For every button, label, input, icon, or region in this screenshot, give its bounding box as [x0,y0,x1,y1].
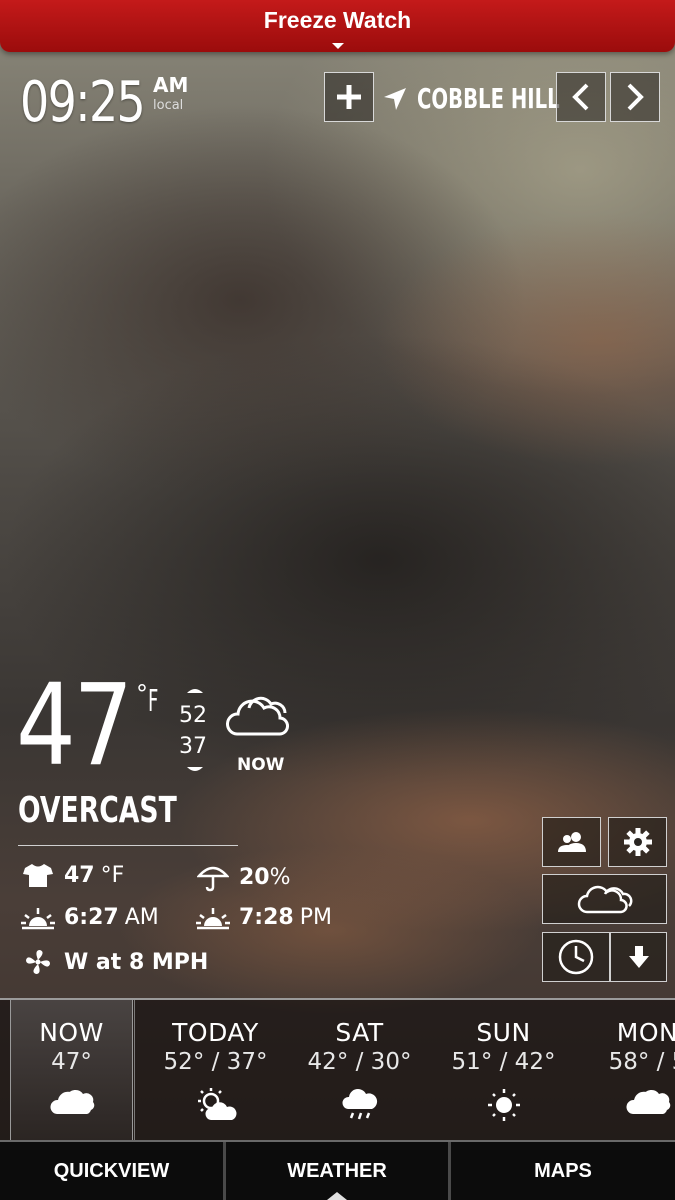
forecast-day-sat[interactable]: SAT 42° / 30° [298,1000,421,1140]
forecast-day-label: SAT [335,1018,384,1047]
forecast-temps: 47° [51,1049,92,1075]
sunrise-stat: 6:27 AM [20,905,159,930]
arrow-down-icon [628,946,649,968]
clock-icon [558,939,594,975]
chevron-left-icon [572,83,589,111]
history-button[interactable] [542,932,610,982]
forecast-day-now[interactable]: NOW 47° [10,1000,133,1140]
clouds-icon [577,885,632,914]
precipitation-unit: % [269,864,291,890]
cloudy-icon [625,1089,670,1114]
forecast-day-today[interactable]: TODAY 52° / 37° [154,1000,277,1140]
current-temperature[interactable]: 47 [16,670,133,782]
weather-layer-button[interactable] [542,874,667,924]
forecast-temps: 58° / 5 [608,1049,675,1075]
location-name[interactable]: COBBLE HILL [417,82,560,115]
plus-icon [337,85,361,109]
precipitation-stat: 20 % [195,862,291,892]
condition-text: OVERCAST [18,790,177,831]
settings-button[interactable] [608,817,667,867]
forecast-day-label: SUN [476,1018,531,1047]
sunset-stat: 7:28 PM [195,905,332,930]
feels-like-unit: °F [100,862,125,888]
now-label: NOW [237,755,285,775]
bottom-tab-bar: QUICKVIEW WEATHER MAPS [0,1140,675,1200]
high-arrow-icon [187,689,203,693]
freeze-watch-alert-banner[interactable]: Freeze Watch [0,0,675,52]
temperature-unit[interactable]: F [148,684,158,719]
forecast-day-mon[interactable]: MON 58° / 5 [586,1000,675,1140]
forecast-temps: 51° / 42° [451,1049,556,1075]
precipitation-value: 20 [239,864,270,890]
expand-caret-icon [332,43,344,49]
feels-like-value: 47 [64,862,95,888]
download-button[interactable] [610,932,667,982]
chevron-right-icon [627,83,644,111]
sunset-time: 7:28 [239,905,294,930]
next-location-button[interactable] [610,72,660,122]
forecast-temps: 52° / 37° [163,1049,268,1075]
sunny-icon [487,1089,520,1121]
wind-stat: W at 8 MPH [20,948,208,976]
rain-icon [341,1089,377,1120]
sunset-ampm: PM [299,905,332,930]
alert-title: Freeze Watch [263,7,412,33]
wind-text: W at 8 MPH [64,949,209,975]
previous-location-button[interactable] [556,72,606,122]
tab-maps[interactable]: MAPS [451,1142,675,1200]
shirt-icon [20,862,56,888]
divider [18,845,238,846]
friends-button[interactable] [542,817,601,867]
feels-like-stat: 47 °F [20,862,124,888]
partly-sunny-icon [197,1088,236,1120]
sunset-icon [195,906,231,930]
location-arrow-icon [384,88,406,110]
clock-timezone: local [153,98,184,113]
cloudy-icon [49,1089,94,1114]
gear-icon [623,828,652,856]
sunrise-time: 6:27 [64,905,119,930]
clock-ampm: AM [153,73,189,97]
low-arrow-icon [187,767,203,771]
forecast-day-label: NOW [39,1018,104,1047]
sunrise-icon [20,906,56,930]
forecast-separator [134,1000,135,1140]
forecast-temps: 42° / 30° [307,1049,412,1075]
active-tab-indicator [327,1192,347,1200]
fan-icon [20,948,56,976]
forecast-day-label: MON [616,1018,675,1047]
forecast-day-sun[interactable]: SUN 51° / 42° [442,1000,565,1140]
cloudy-icon [226,696,289,736]
forecast-day-label: TODAY [172,1018,259,1047]
people-icon [557,832,586,852]
add-location-button[interactable] [324,72,374,122]
tab-quickview[interactable]: QUICKVIEW [0,1142,226,1200]
forecast-strip[interactable]: NOW 47° TODAY 52° / 37° SAT 42° / 30° SU… [0,998,675,1140]
low-temperature: 37 [179,734,207,759]
high-temperature: 52 [179,703,207,728]
sunrise-ampm: AM [124,905,159,930]
umbrella-icon [195,862,231,892]
degree-symbol: ° [136,680,148,708]
clock-time: 09:25 [20,70,146,135]
